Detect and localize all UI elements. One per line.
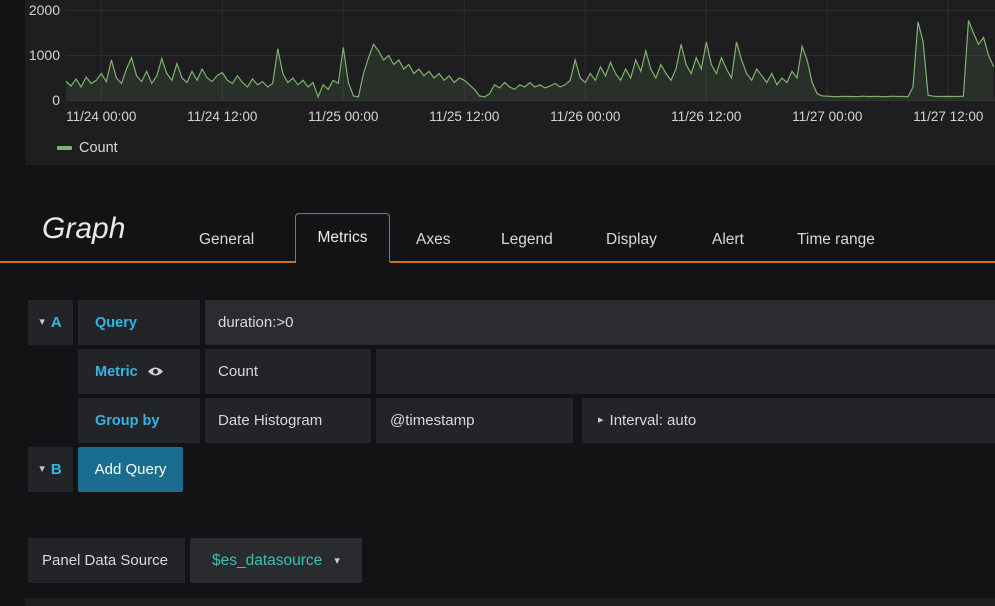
legend-series-label[interactable]: Count [79, 140, 118, 156]
y-axis-tick-label: 0 [52, 91, 60, 108]
tab-metrics-label: Metrics [317, 229, 368, 246]
metric-label-cell[interactable]: Metric [78, 349, 200, 394]
interval-value: Interval: auto [609, 412, 697, 429]
tab-legend[interactable]: Legend [501, 231, 553, 249]
tab-time-range[interactable]: Time range [797, 231, 875, 249]
query-label: Query [95, 314, 137, 331]
datasource-value: $es_datasource [212, 551, 323, 569]
x-axis-tick-label: 11/26 00:00 [550, 109, 621, 124]
query-letter-a: A [50, 314, 62, 331]
tabbar-underline [0, 261, 296, 263]
eye-icon[interactable] [147, 366, 164, 377]
chevron-down-icon: ▾ [39, 316, 45, 328]
query-value: duration:>0 [218, 314, 294, 331]
x-axis-tick-label: 11/27 12:00 [913, 109, 984, 124]
x-axis-tick-label: 11/25 00:00 [308, 109, 379, 124]
tab-metrics[interactable]: Metrics [295, 213, 390, 262]
metric-label: Metric [95, 363, 138, 380]
groupby-field: @timestamp [390, 412, 475, 429]
query-letter-b: B [50, 461, 62, 478]
metric-value-cell[interactable]: Count [205, 349, 371, 394]
groupby-type-cell[interactable]: Date Histogram [205, 398, 371, 443]
legend-color-swatch[interactable] [57, 146, 72, 150]
grafana-panel-editor: Count 0 1000 2000 11/24 00:00 11/24 12:00 11/… [0, 0, 995, 606]
query-b-collapse-toggle[interactable]: ▾ B [28, 447, 73, 492]
next-panel-edge [25, 598, 995, 606]
timeseries-chart[interactable] [0, 0, 995, 165]
chevron-down-icon: ▾ [334, 555, 340, 567]
metric-empty-cell[interactable] [376, 349, 995, 394]
y-axis-tick-label: 2000 [28, 1, 60, 18]
graph-panel: Count 0 1000 2000 11/24 00:00 11/24 12:00 11/… [0, 0, 995, 165]
y-axis-tick-label: 1000 [28, 46, 60, 63]
chevron-down-icon: ▾ [39, 463, 45, 475]
query-label-cell[interactable]: Query [78, 300, 200, 345]
chevron-right-icon: ▸ [598, 414, 604, 426]
groupby-field-cell[interactable]: @timestamp [376, 398, 573, 443]
query-a-collapse-toggle[interactable]: ▾ A [28, 300, 73, 345]
series-area-fill [66, 20, 994, 101]
groupby-type: Date Histogram [218, 412, 323, 429]
groupby-interval-cell[interactable]: ▸ Interval: auto [582, 398, 995, 443]
query-input[interactable]: duration:>0 [205, 300, 995, 345]
panel-type-title: Graph [42, 212, 126, 245]
tab-display[interactable]: Display [606, 231, 657, 249]
datasource-dropdown[interactable]: $es_datasource ▾ [190, 538, 362, 583]
tabbar-underline [390, 261, 995, 263]
groupby-label: Group by [95, 412, 160, 429]
panel-datasource-label-cell: Panel Data Source [28, 538, 185, 583]
x-axis-tick-label: 11/26 12:00 [671, 109, 742, 124]
groupby-label-cell[interactable]: Group by [78, 398, 200, 443]
x-axis-tick-label: 11/27 00:00 [792, 109, 863, 124]
tab-alert[interactable]: Alert [712, 231, 744, 249]
tab-general[interactable]: General [199, 231, 254, 249]
x-axis-tick-label: 11/25 12:00 [429, 109, 500, 124]
add-query-button[interactable]: Add Query [78, 447, 183, 492]
tab-axes[interactable]: Axes [416, 231, 450, 249]
metric-value: Count [218, 363, 259, 380]
panel-datasource-label: Panel Data Source [42, 552, 168, 569]
x-axis-tick-label: 11/24 12:00 [187, 109, 258, 124]
x-axis-tick-label: 11/24 00:00 [66, 109, 137, 124]
legend-item[interactable]: Count [57, 140, 118, 156]
